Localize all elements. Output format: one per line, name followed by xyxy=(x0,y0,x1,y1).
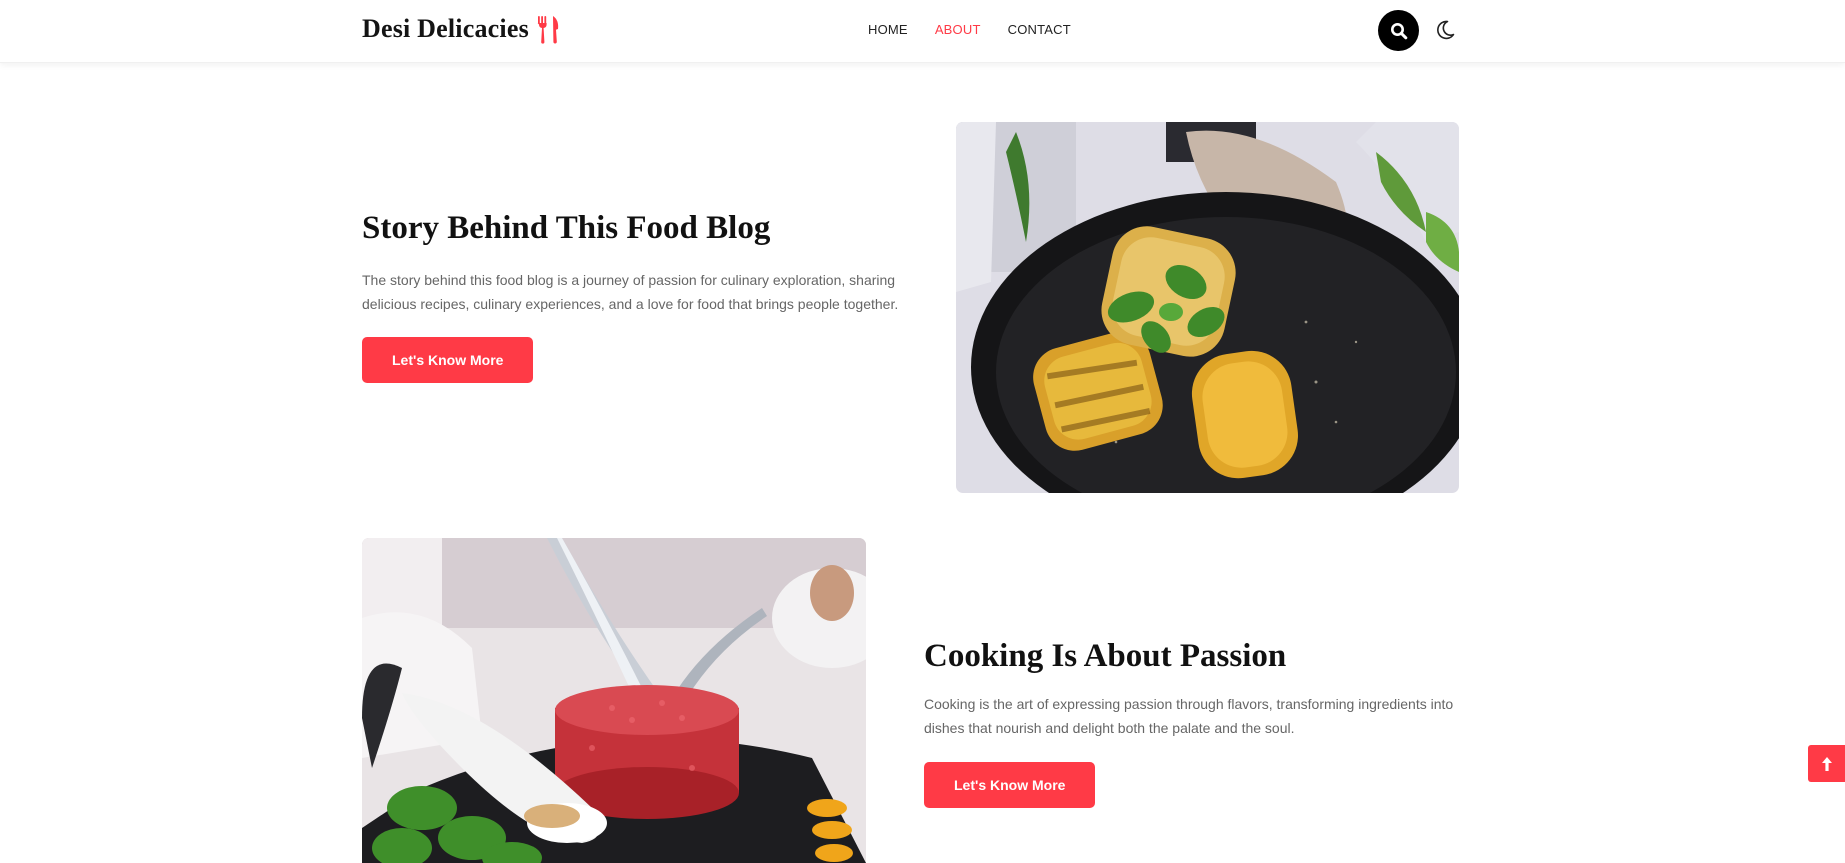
logo-text: Desi Delicacies xyxy=(362,14,529,43)
moon-icon xyxy=(1437,20,1455,40)
story-text: The story behind this food blog is a jou… xyxy=(362,272,899,313)
site-logo[interactable]: Desi Delicacies xyxy=(362,14,563,44)
story-title: Story Behind This Food Blog xyxy=(362,210,771,246)
site-header: Desi Delicacies HOME ABOUT CONTACT xyxy=(0,0,1845,63)
passion-title: Cooking Is About Passion xyxy=(924,638,1287,674)
story-know-more-button[interactable]: Let's Know More xyxy=(362,337,534,384)
main-nav: HOME ABOUT CONTACT xyxy=(868,22,1071,37)
passion-know-more-button[interactable]: Let's Know More xyxy=(924,762,1096,809)
nav-home[interactable]: HOME xyxy=(868,22,908,37)
search-icon xyxy=(1390,22,1407,39)
arrow-up-icon xyxy=(1821,756,1832,771)
passion-text: Cooking is the art of expressing passion… xyxy=(924,696,1454,737)
search-button[interactable] xyxy=(1378,10,1419,51)
fork-knife-icon xyxy=(537,16,559,44)
theme-toggle-button[interactable] xyxy=(1432,17,1458,43)
grilled-corn-photo xyxy=(956,122,1459,493)
steak-tartare-photo xyxy=(362,538,866,863)
nav-contact[interactable]: CONTACT xyxy=(1008,22,1071,37)
scroll-to-top-button[interactable] xyxy=(1808,745,1845,782)
story-section: Story Behind This Food Blog The story be… xyxy=(362,210,902,384)
nav-about[interactable]: ABOUT xyxy=(935,22,981,37)
passion-section: Cooking Is About Passion Cooking is the … xyxy=(924,638,1464,809)
